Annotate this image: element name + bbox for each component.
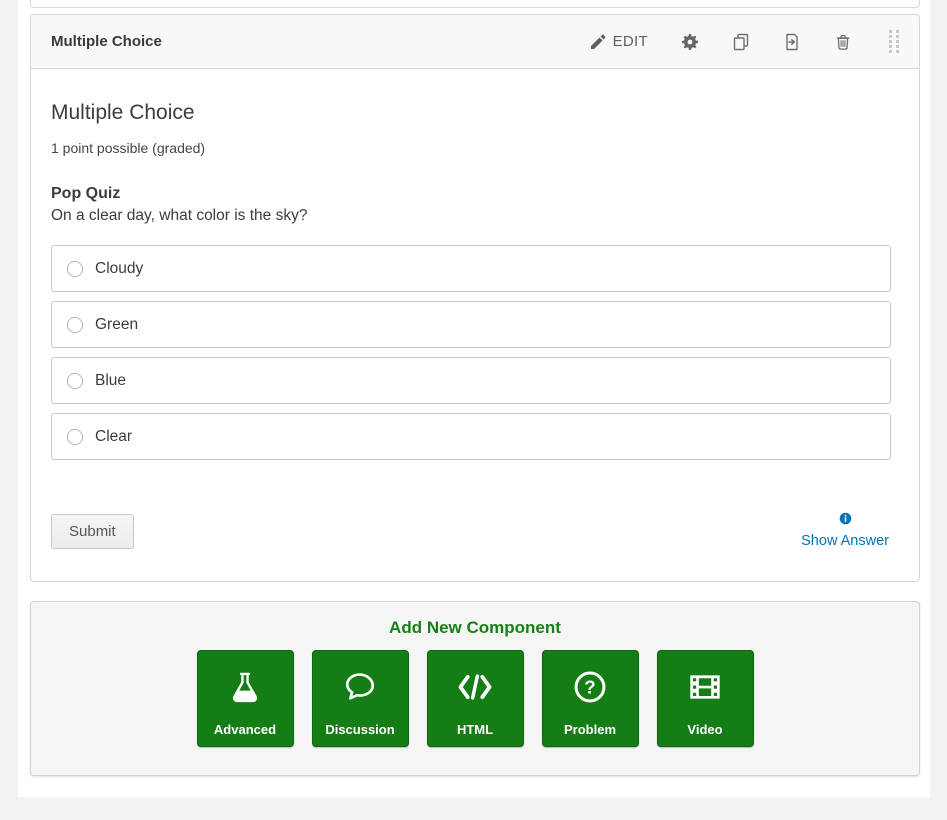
problem-footer: Submit Show Answer	[51, 512, 891, 549]
answer-options: Cloudy Green Blue Clear	[51, 245, 891, 460]
duplicate-button[interactable]	[722, 27, 760, 57]
trash-icon	[834, 33, 852, 51]
drag-handle[interactable]	[878, 25, 909, 58]
option-label: Blue	[95, 372, 126, 390]
move-icon	[783, 33, 801, 51]
component-type-buttons: Advanced Discussion HTML	[31, 650, 919, 747]
answer-option-clear[interactable]: Clear	[51, 413, 891, 460]
multiple-choice-component-card: Multiple Choice EDIT	[30, 14, 920, 582]
option-label: Clear	[95, 428, 132, 446]
answer-option-cloudy[interactable]: Cloudy	[51, 245, 891, 292]
radio-button[interactable]	[67, 317, 83, 333]
delete-button[interactable]	[824, 27, 862, 57]
flask-icon	[228, 669, 262, 705]
info-icon	[839, 512, 852, 525]
speech-bubble-icon	[342, 670, 378, 704]
question-title: Pop Quiz	[51, 185, 891, 203]
add-button-label: Discussion	[325, 722, 394, 737]
gear-icon	[681, 33, 699, 51]
add-new-component-panel: Add New Component Advanced Discussio	[30, 601, 920, 776]
code-icon	[455, 671, 495, 703]
move-button[interactable]	[773, 27, 811, 57]
radio-button[interactable]	[67, 261, 83, 277]
question-circle-icon: ?	[572, 669, 608, 705]
edit-button-label: EDIT	[613, 33, 648, 50]
answer-option-blue[interactable]: Blue	[51, 357, 891, 404]
svg-text:?: ?	[584, 676, 595, 697]
problem-title: Multiple Choice	[51, 101, 891, 125]
option-label: Cloudy	[95, 260, 143, 278]
edit-button[interactable]: EDIT	[581, 27, 658, 56]
film-icon	[686, 670, 724, 704]
points-possible-text: 1 point possible (graded)	[51, 140, 891, 156]
show-answer-block: Show Answer	[801, 512, 891, 549]
show-answer-link[interactable]: Show Answer	[801, 533, 889, 549]
radio-button[interactable]	[67, 429, 83, 445]
add-video-button[interactable]: Video	[657, 650, 754, 747]
add-html-button[interactable]: HTML	[427, 650, 524, 747]
add-button-label: Advanced	[214, 722, 276, 737]
component-title: Multiple Choice	[51, 33, 162, 50]
pencil-icon	[591, 34, 606, 49]
add-button-label: Problem	[564, 722, 616, 737]
option-label: Green	[95, 316, 138, 334]
add-new-component-title: Add New Component	[31, 618, 919, 638]
duplicate-icon	[732, 33, 750, 51]
content-container: Multiple Choice EDIT	[18, 0, 930, 797]
component-actions: EDIT	[581, 25, 909, 58]
add-button-label: HTML	[457, 722, 493, 737]
component-header: Multiple Choice EDIT	[31, 15, 919, 69]
submit-button[interactable]: Submit	[51, 514, 134, 549]
question-text: On a clear day, what color is the sky?	[51, 207, 891, 225]
add-problem-button[interactable]: ? Problem	[542, 650, 639, 747]
add-discussion-button[interactable]: Discussion	[312, 650, 409, 747]
drag-handle-icon	[888, 29, 901, 54]
settings-button[interactable]	[671, 27, 709, 57]
previous-component-card-edge	[30, 0, 920, 8]
radio-button[interactable]	[67, 373, 83, 389]
add-button-label: Video	[687, 722, 722, 737]
problem-body: Multiple Choice 1 point possible (graded…	[31, 69, 919, 549]
answer-option-green[interactable]: Green	[51, 301, 891, 348]
add-advanced-button[interactable]: Advanced	[197, 650, 294, 747]
